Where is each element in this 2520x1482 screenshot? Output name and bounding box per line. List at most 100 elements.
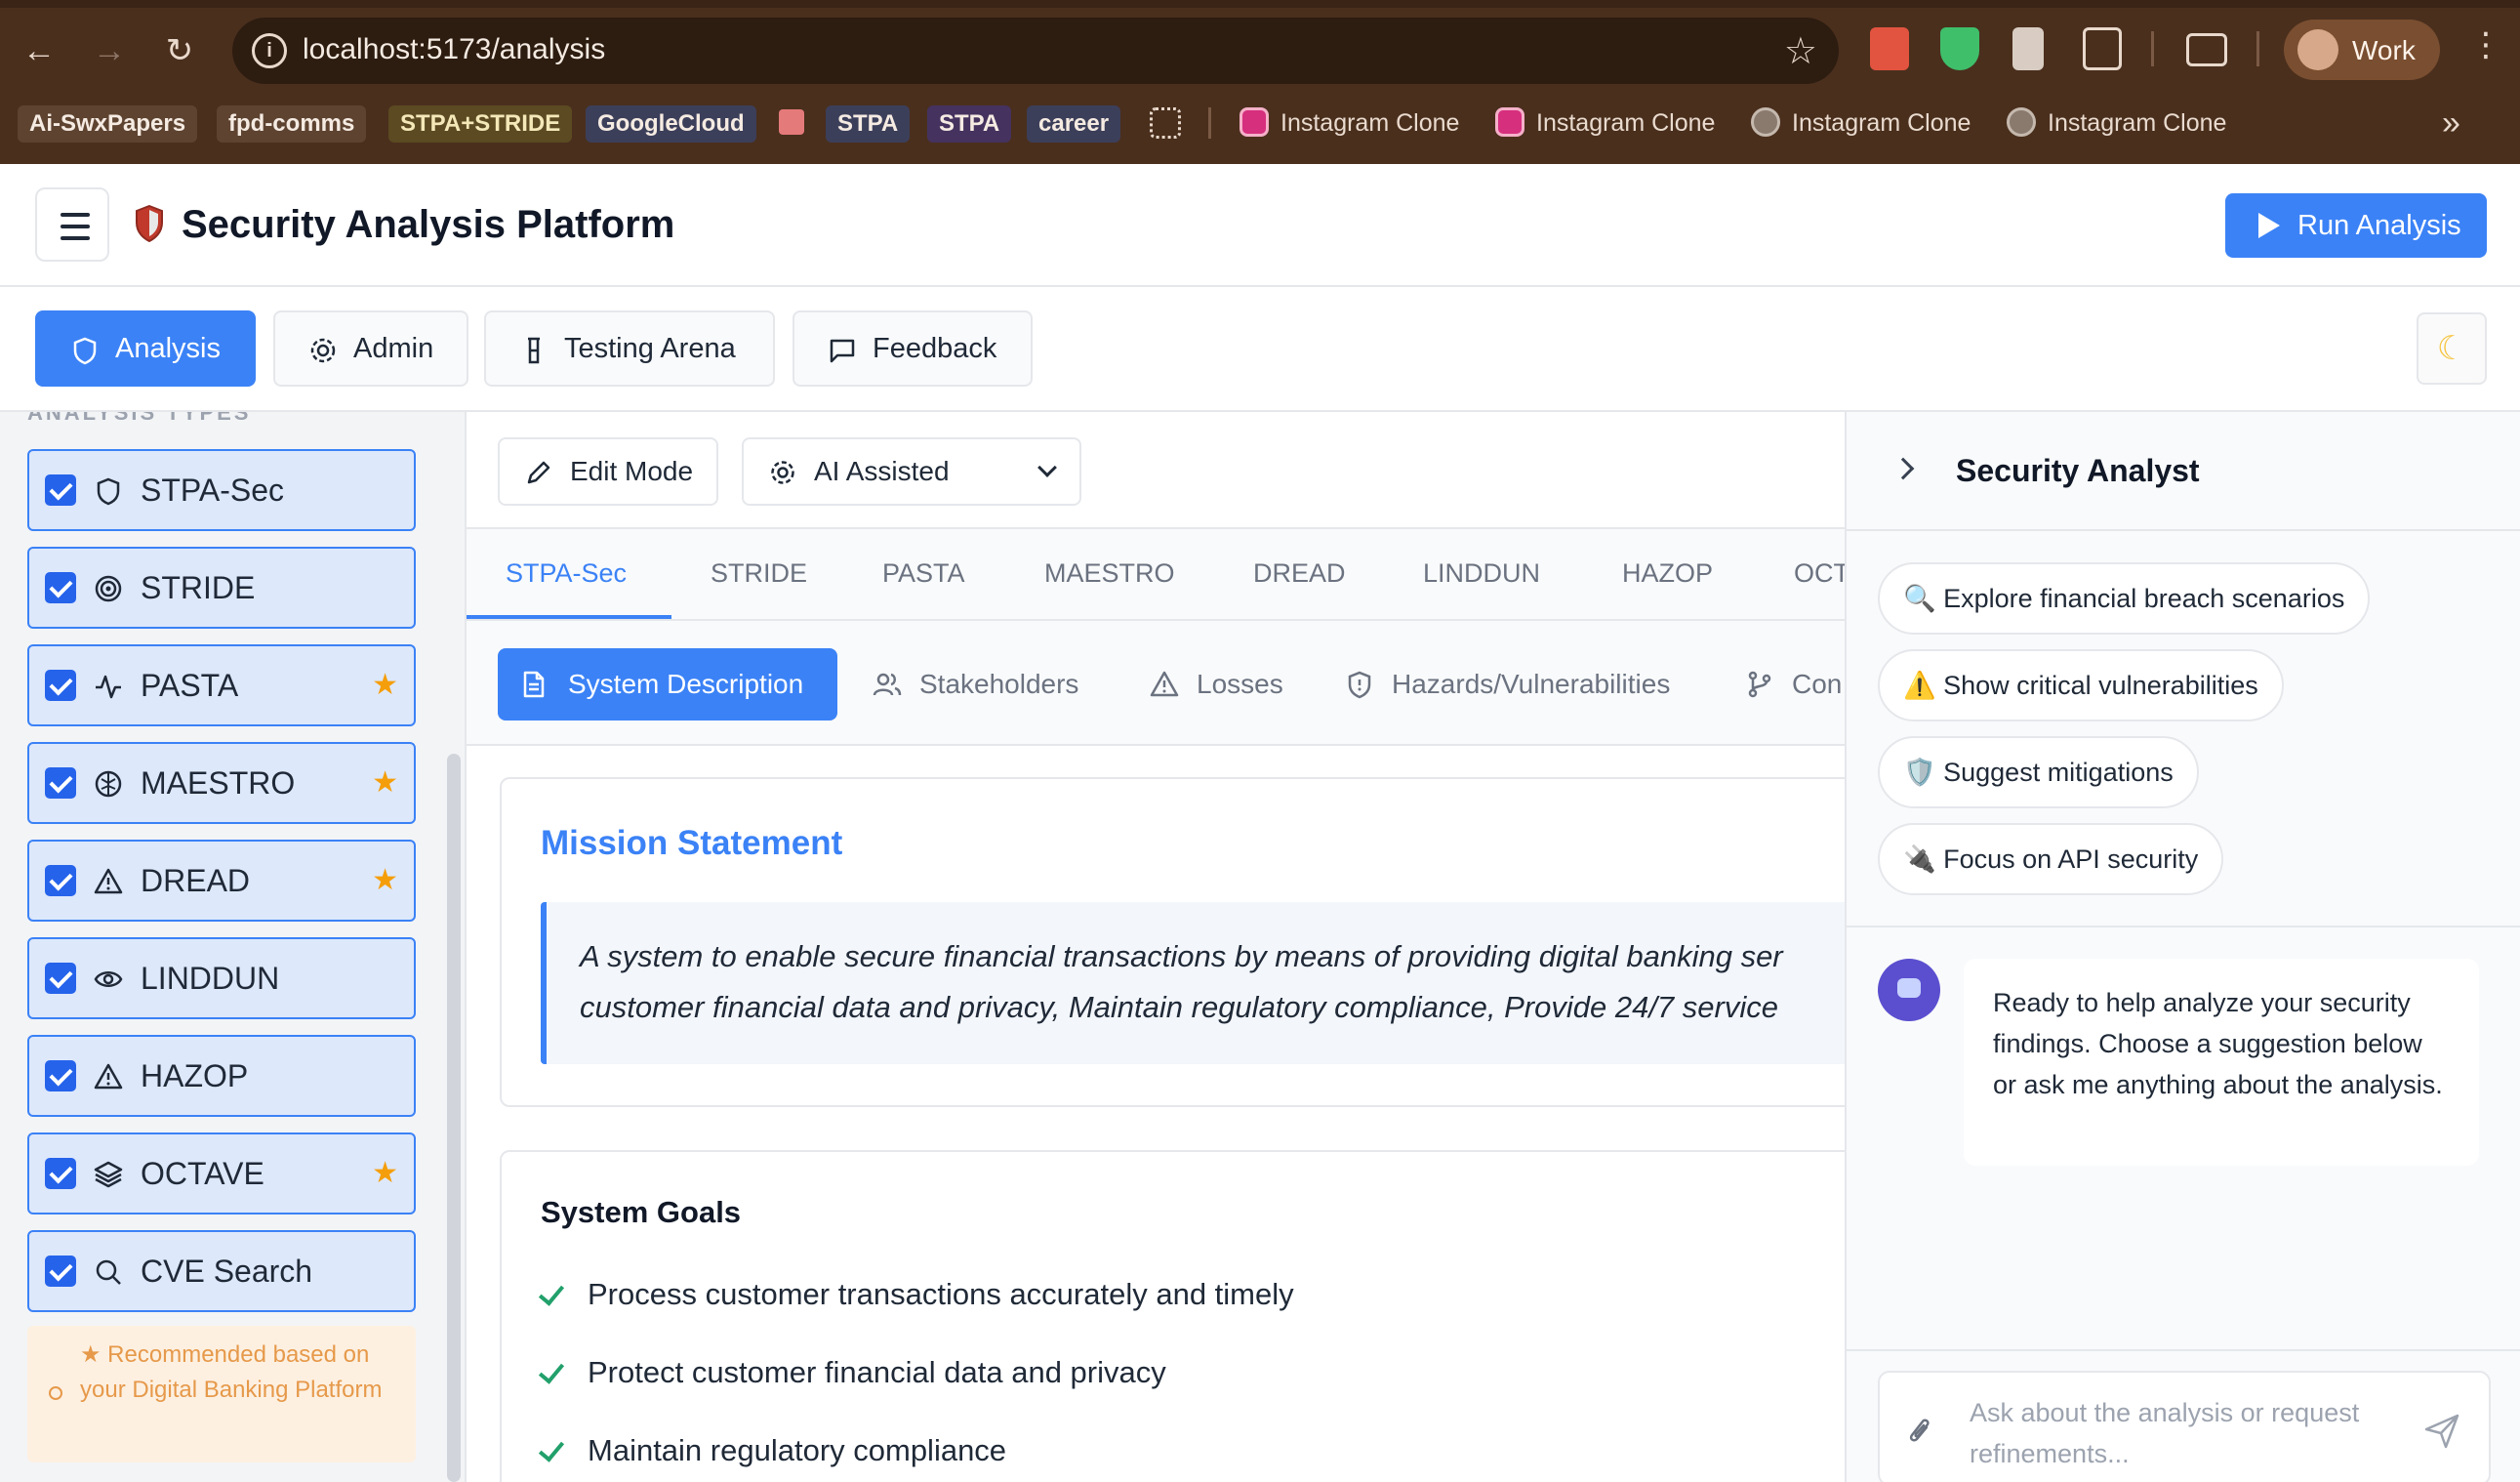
suggestion-chip[interactable]: 🔌 Focus on API security — [1878, 823, 2224, 895]
framework-tab-stride[interactable]: STRIDE — [711, 558, 807, 589]
bookmark-color-square[interactable] — [779, 109, 804, 135]
sidebar-scrollbar[interactable] — [447, 754, 461, 1482]
analysis-type-label: STRIDE — [141, 570, 256, 605]
goals-title: System Goals — [541, 1195, 742, 1229]
analysis-type-label: CVE Search — [141, 1254, 313, 1289]
checkbox-checked[interactable] — [45, 670, 76, 701]
reload-icon[interactable]: ↻ — [154, 25, 205, 76]
tab-feedback[interactable]: Feedback — [793, 310, 1033, 387]
chat-input[interactable]: Ask about the analysis or request refine… — [1878, 1371, 2491, 1482]
apps-grid-icon[interactable] — [1150, 107, 1181, 139]
document-extension-icon[interactable] — [2012, 27, 2044, 70]
checkbox-checked[interactable] — [45, 1256, 76, 1287]
analysis-type-dread[interactable]: DREAD ★ — [27, 840, 416, 922]
section-tab-controls[interactable]: Con — [1745, 648, 1845, 720]
checkbox-checked[interactable] — [45, 474, 76, 506]
tab-testing-arena[interactable]: Testing Arena — [484, 310, 775, 387]
main-tabs: Analysis Admin Testing Arena Feedback ☾ — [0, 287, 2520, 412]
tab-analysis[interactable]: Analysis — [35, 310, 256, 387]
recommended-star-icon: ★ — [372, 864, 398, 896]
bookmark-star-icon[interactable]: ☆ — [1784, 29, 1817, 73]
mission-statement-card: Mission Statement A system to enable sec… — [500, 777, 1845, 1107]
analysis-type-hazop[interactable]: HAZOP — [27, 1035, 416, 1117]
bookmark-ai-swxpapers[interactable]: Ai-SwxPapers — [18, 105, 198, 143]
shield-extension-icon[interactable] — [1940, 27, 1979, 70]
section-tab-label: Hazards/Vulnerabilities — [1392, 669, 1671, 699]
analysis-type-linddun[interactable]: LINDDUN — [27, 937, 416, 1019]
checkbox-checked[interactable] — [45, 767, 76, 799]
analysis-type-octave[interactable]: OCTAVE ★ — [27, 1132, 416, 1214]
profile-name: Work — [2352, 35, 2416, 65]
forward-icon[interactable]: → — [84, 25, 135, 76]
section-tab-losses[interactable]: Losses — [1150, 648, 1306, 720]
analysis-type-pasta[interactable]: PASTA ★ — [27, 644, 416, 726]
analysis-type-stpa-sec[interactable]: STPA-Sec — [27, 449, 416, 531]
instagram-icon — [1495, 107, 1524, 137]
analysis-type-stride[interactable]: STRIDE — [27, 547, 416, 629]
back-icon[interactable]: ← — [14, 25, 64, 76]
analysis-type-maestro[interactable]: MAESTRO ★ — [27, 742, 416, 824]
send-icon[interactable] — [2422, 1412, 2461, 1451]
tab-admin[interactable]: Admin — [273, 310, 468, 387]
section-tab-system-description[interactable]: System Description — [498, 648, 837, 720]
bookmark-career[interactable]: career — [1027, 105, 1121, 143]
section-tab-stakeholders[interactable]: Stakeholders — [873, 648, 1107, 720]
address-bar[interactable]: i localhost:5173/analysis ☆ — [232, 18, 1839, 84]
framework-tab-linddun[interactable]: LINDDUN — [1423, 558, 1540, 589]
bookmark-stpa-stride[interactable]: STPA+STRIDE — [388, 105, 573, 143]
cast-icon[interactable] — [2186, 33, 2227, 66]
site-info-icon[interactable]: i — [252, 33, 287, 68]
framework-tab-dread[interactable]: DREAD — [1253, 558, 1346, 589]
bookmark-fpd-comms[interactable]: fpd-comms — [217, 105, 367, 143]
section-tab-label: System Description — [568, 669, 804, 699]
checkbox-checked[interactable] — [45, 1158, 76, 1189]
bookmark-instagram-clone[interactable]: Instagram Clone — [2007, 103, 2226, 143]
analysis-type-label: OCTAVE — [141, 1156, 264, 1191]
bookmark-instagram-clone[interactable]: Instagram Clone — [1751, 103, 1971, 143]
theme-toggle-moon-icon[interactable]: ☾ — [2417, 312, 2487, 385]
profile-button[interactable]: Work — [2284, 20, 2440, 80]
security-analyst-panel: Security Analyst 🔍 Explore financial bre… — [1845, 412, 2520, 1482]
framework-tabs: STPA-Sec STRIDE PASTA MAESTRO DREAD LIND… — [467, 527, 1845, 621]
framework-tab-hazop[interactable]: HAZOP — [1622, 558, 1713, 589]
checkbox-checked[interactable] — [45, 572, 76, 603]
framework-tab-maestro[interactable]: MAESTRO — [1044, 558, 1175, 589]
recommendation-text: ★ Recommended based on your Digital Bank… — [80, 1341, 383, 1403]
framework-tab-octave[interactable]: OCT — [1794, 558, 1845, 589]
framework-tab-pasta[interactable]: PASTA — [882, 558, 965, 589]
checkbox-checked[interactable] — [45, 963, 76, 994]
collapse-chevron-icon[interactable] — [1891, 457, 1915, 480]
suggestion-chip[interactable]: 🛡️ Suggest mitigations — [1878, 736, 2199, 808]
sidebar-heading: ANALYSIS TYPES — [27, 412, 252, 425]
more-menu-icon[interactable]: ⋮ — [2469, 25, 2502, 64]
run-analysis-button[interactable]: Run Analysis — [2225, 193, 2487, 258]
recommended-star-icon: ★ — [372, 766, 398, 799]
bookmark-instagram-clone[interactable]: Instagram Clone — [1495, 103, 1715, 143]
bookmarks-overflow-icon[interactable]: » — [2442, 103, 2460, 143]
edit-mode-button[interactable]: Edit Mode — [498, 437, 718, 506]
pencil-icon — [527, 461, 550, 484]
extension-icon[interactable] — [1870, 27, 1909, 70]
bookmark-googlecloud[interactable]: GoogleCloud — [586, 105, 756, 143]
url-text[interactable]: localhost:5173/analysis — [303, 33, 605, 66]
checkbox-checked[interactable] — [45, 1060, 76, 1091]
framework-tab-stpa-sec[interactable]: STPA-Sec — [506, 558, 627, 589]
warning-icon — [94, 1063, 123, 1090]
checkbox-checked[interactable] — [45, 865, 76, 896]
suggestion-chip[interactable]: 🔍 Explore financial breach scenarios — [1878, 562, 2371, 635]
goal-label: Protect customer financial data and priv… — [588, 1355, 1166, 1389]
play-icon — [2258, 213, 2280, 238]
ai-mode-select[interactable]: AI Assisted — [742, 437, 1081, 506]
bookmark-stpa-2[interactable]: STPA — [927, 105, 1012, 143]
bookmark-stpa[interactable]: STPA — [826, 105, 911, 143]
chat-input-placeholder[interactable]: Ask about the analysis or request refine… — [1970, 1392, 2409, 1474]
analysis-type-cve-search[interactable]: CVE Search — [27, 1230, 416, 1312]
mission-quote: A system to enable secure financial tran… — [541, 902, 1845, 1064]
bookmark-instagram-clone[interactable]: Instagram Clone — [1240, 103, 1459, 143]
hamburger-menu-button[interactable] — [35, 187, 109, 262]
section-tab-hazards-vulnerabilities[interactable]: Hazards/Vulnerabilities — [1345, 648, 1735, 720]
puzzle-icon[interactable] — [2083, 27, 2122, 70]
paperclip-icon[interactable] — [1905, 1414, 1934, 1449]
suggestion-chip[interactable]: ⚠️ Show critical vulnerabilities — [1878, 649, 2284, 721]
separator — [2151, 31, 2154, 66]
